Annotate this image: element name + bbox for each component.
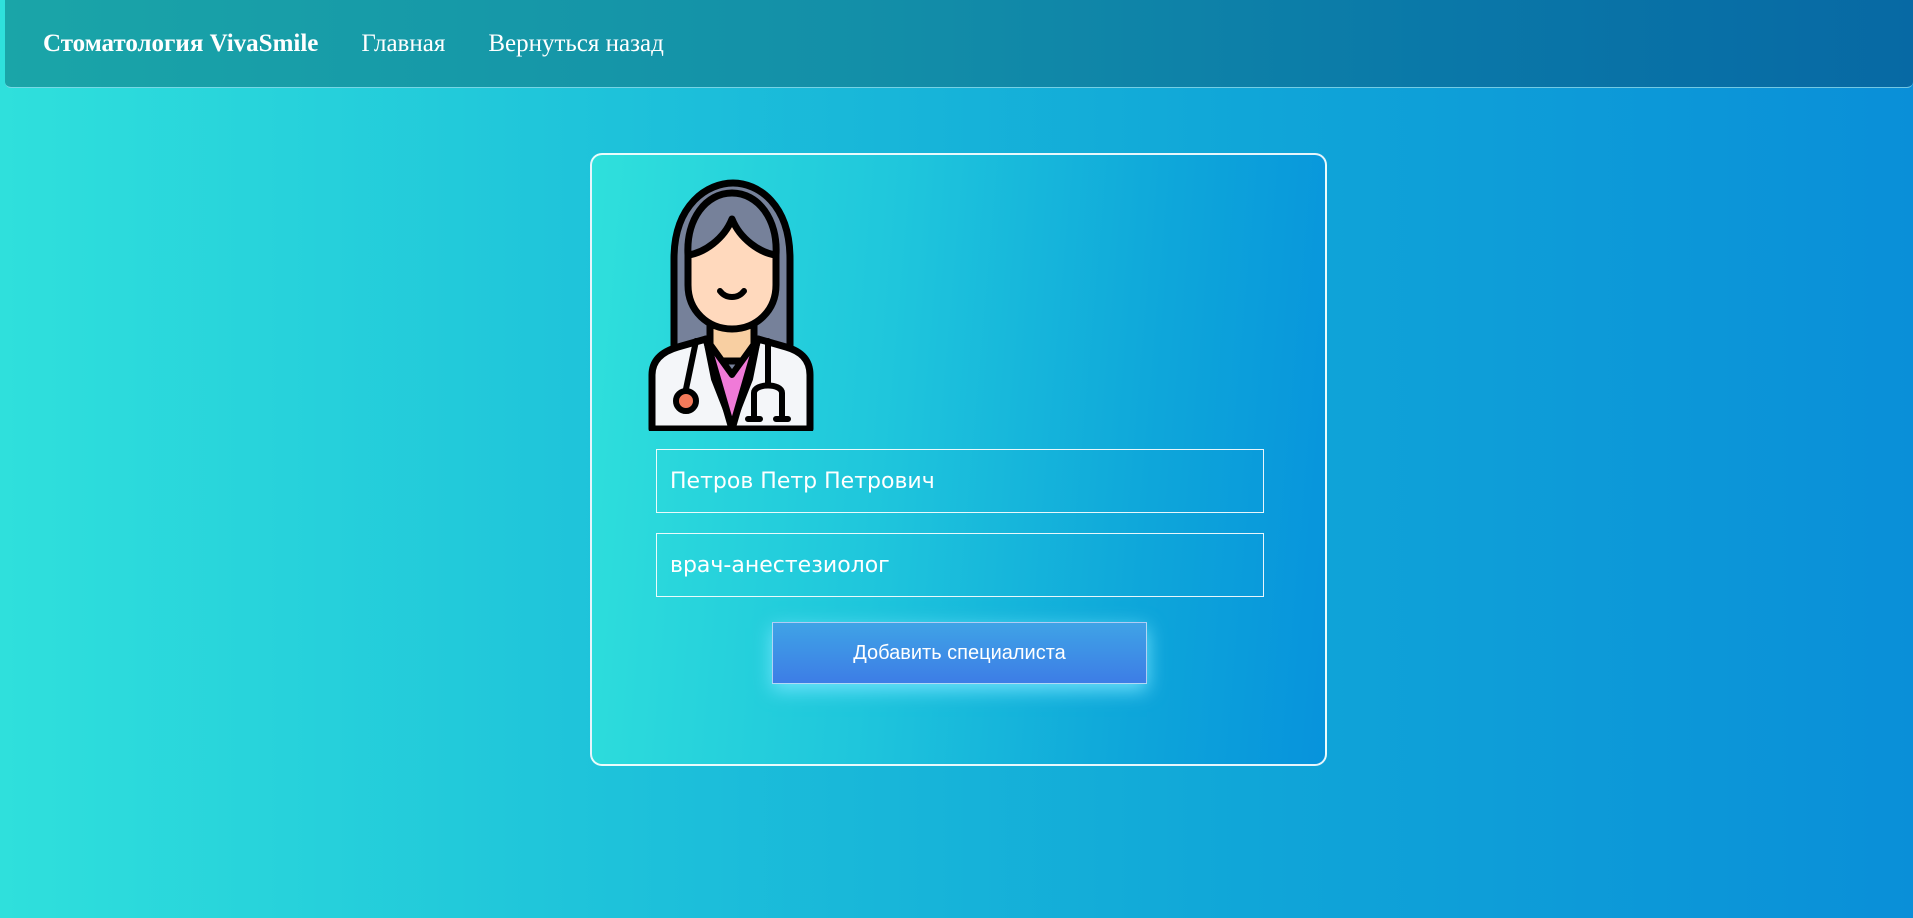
navbar: Стоматология VivaSmile Главная Вернуться… [5, 0, 1913, 88]
add-specialist-button[interactable]: Добавить специалиста [772, 622, 1147, 684]
nav-link-home[interactable]: Главная [361, 30, 445, 58]
add-specialist-card: Добавить специалиста [590, 153, 1327, 766]
specialty-input[interactable] [656, 533, 1264, 597]
brand-title[interactable]: Стоматология VivaSmile [43, 30, 318, 58]
full-name-input[interactable] [656, 449, 1264, 513]
nav-link-back[interactable]: Вернуться назад [488, 30, 664, 58]
female-doctor-icon [648, 179, 814, 431]
